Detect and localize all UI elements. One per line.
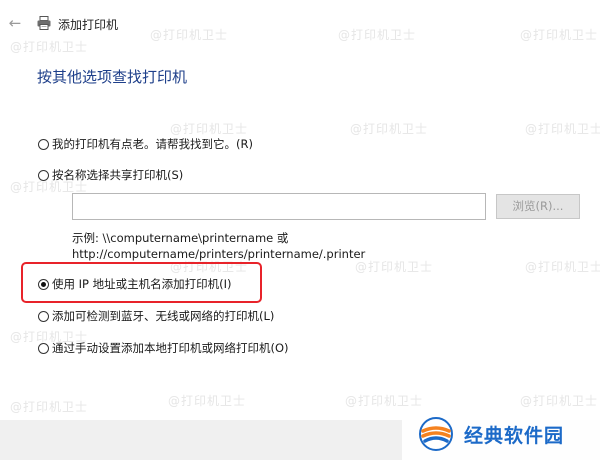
option-manual-setup[interactable]: 通过手动设置添加本地打印机或网络打印机(O): [38, 339, 289, 357]
option-label: 我的打印机有点老。请帮我找到它。(R): [52, 137, 253, 151]
watermark: @打印机卫士: [345, 394, 424, 408]
option-label: 添加可检测到蓝牙、无线或网络的打印机(L): [52, 309, 275, 323]
option-shared-printer[interactable]: 按名称选择共享打印机(S): [38, 166, 183, 184]
watermark: @打印机卫士: [10, 400, 89, 414]
watermark: @打印机卫士: [525, 122, 600, 136]
shared-printer-name-input[interactable]: [72, 193, 486, 220]
option-label: 通过手动设置添加本地打印机或网络打印机(O): [52, 341, 289, 355]
radio-button[interactable]: [38, 310, 49, 322]
logo-mark-icon: [419, 417, 453, 451]
option-old-printer[interactable]: 我的打印机有点老。请帮我找到它。(R): [38, 135, 253, 153]
watermark: @打印机卫士: [525, 260, 600, 274]
option-bluetooth-wireless[interactable]: 添加可检测到蓝牙、无线或网络的打印机(L): [38, 307, 274, 325]
printer-icon: [37, 16, 51, 30]
back-arrow-icon[interactable]: ←: [6, 14, 24, 32]
watermark: @打印机卫士: [520, 394, 599, 408]
radio-button[interactable]: [38, 138, 49, 150]
radio-button[interactable]: [38, 342, 49, 354]
watermark: @打印机卫士: [350, 122, 429, 136]
example-text-line2: http://computername/printers/printername…: [72, 247, 366, 261]
logo-text: 经典软件园: [464, 425, 565, 447]
title-bar: ← 添加打印机: [0, 0, 600, 50]
window-title: 添加打印机: [58, 18, 119, 32]
highlight-box: [21, 262, 262, 303]
site-logo: 经典软件园: [402, 410, 600, 460]
option-label: 按名称选择共享打印机(S): [52, 168, 184, 182]
example-text-line1: 示例: \\computername\printername 或: [72, 231, 289, 245]
page-heading: 按其他选项查找打印机: [37, 68, 188, 86]
radio-button[interactable]: [38, 169, 49, 181]
watermark: @打印机卫士: [168, 394, 247, 408]
browse-button[interactable]: 浏览(R)...: [496, 194, 580, 219]
